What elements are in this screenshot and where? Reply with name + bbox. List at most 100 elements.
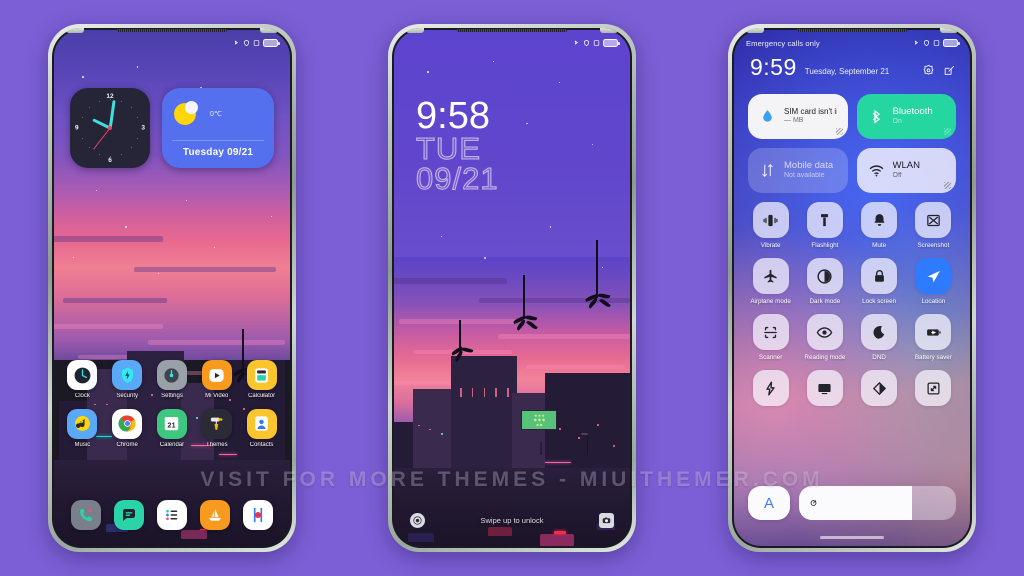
- app-label: Settings: [161, 393, 183, 399]
- alarm-icon: [593, 39, 600, 47]
- lock-screen-bottom-bar: Swipe up to unlock: [394, 508, 630, 532]
- app-contacts[interactable]: Contacts: [243, 408, 281, 449]
- app-calculator[interactable]: Calculator: [243, 360, 281, 400]
- tile-title: WLAN: [892, 160, 920, 172]
- brightness-slider[interactable]: [799, 486, 956, 520]
- status-bar-icons: [233, 39, 280, 47]
- tile-resize-handle[interactable]: [944, 128, 951, 135]
- message-bubble-icon[interactable]: [113, 500, 144, 530]
- app-calendar[interactable]: 21 Calendar: [153, 408, 191, 449]
- brightness-sun-icon: [808, 498, 819, 509]
- browser-boat-icon[interactable]: [200, 500, 231, 530]
- tile-cast-screen[interactable]: [802, 370, 847, 406]
- edit-pencil-icon[interactable]: [943, 64, 956, 77]
- app-label: Mi Video: [205, 393, 229, 399]
- tile-label: Screenshot: [917, 242, 950, 249]
- flashlight-icon[interactable]: [410, 512, 425, 528]
- mobile-data-arrows-icon: [759, 162, 776, 179]
- analog-clock-widget[interactable]: 12 3 6 9: [70, 88, 150, 168]
- tile-mobile-data[interactable]: Mobile data Not available: [748, 148, 848, 193]
- tile-sim-data[interactable]: SIM card isn't installed — MB: [748, 94, 848, 139]
- settings-gear-icon: [156, 360, 187, 390]
- clock-number-6: 6: [108, 157, 112, 164]
- tile-bluetooth[interactable]: Bluetooth On: [856, 94, 956, 139]
- app-clock[interactable]: Clock: [63, 360, 101, 400]
- tile-label: Lock screen: [862, 298, 897, 305]
- home-indicator[interactable]: [820, 536, 884, 539]
- clock-date: Tuesday, September 21: [804, 67, 890, 76]
- lock-day-of-week: TUE: [416, 131, 481, 167]
- app-settings[interactable]: Settings: [153, 360, 191, 400]
- frame-antenna-tab-right: [600, 28, 618, 33]
- camera-lens-icon[interactable]: [243, 500, 274, 530]
- auto-brightness-button[interactable]: A: [748, 486, 790, 520]
- widget-row: 12 3 6 9 0℃ Tuesday 09/21: [70, 88, 274, 168]
- tile-title: SIM card isn't installed: [784, 107, 837, 117]
- tile-resize-handle[interactable]: [944, 182, 951, 189]
- app-row-2: Music Chrome 21 Calendar Themes Contacts: [54, 408, 290, 449]
- app-themes[interactable]: Themes: [198, 408, 236, 449]
- chrome-icon: [112, 408, 143, 439]
- tile-airplane-mode[interactable]: Airplane mode: [748, 258, 793, 305]
- tile-subtitle: Not available: [784, 172, 825, 180]
- bluetooth-icon: [868, 108, 885, 125]
- vibrate-icon: [752, 202, 789, 238]
- clock-time: 9:59: [750, 54, 797, 80]
- flashlight-icon: [806, 202, 843, 238]
- notes-list-icon[interactable]: [156, 500, 187, 530]
- expand-arrows-icon: [915, 370, 952, 406]
- tile-title: Mobile data: [784, 160, 834, 172]
- earpiece-speaker: [796, 29, 908, 32]
- tile-contrast[interactable]: [857, 370, 902, 406]
- phone-handset-icon[interactable]: [70, 500, 101, 530]
- tile-lock-screen[interactable]: Lock screen: [857, 258, 902, 305]
- tile-label: DND: [872, 354, 886, 361]
- camera-icon[interactable]: [599, 512, 614, 528]
- tile-flashlight[interactable]: Flashlight: [802, 202, 847, 249]
- settings-gear-icon[interactable]: [922, 64, 935, 77]
- tile-location[interactable]: Location: [911, 258, 956, 305]
- tile-dnd[interactable]: DND: [857, 314, 902, 361]
- music-note-icon: [67, 408, 98, 439]
- tile-label: Battery saver: [914, 354, 952, 361]
- screenshot-icon: [915, 202, 952, 238]
- app-grid: Clock Security Settings Mi Video Calcula…: [54, 360, 290, 457]
- video-play-icon: [201, 360, 232, 390]
- tile-scanner[interactable]: Scanner: [748, 314, 793, 361]
- weather-widget[interactable]: 0℃ Tuesday 09/21: [162, 88, 274, 168]
- tile-label: Vibrate: [760, 242, 781, 249]
- app-music[interactable]: Music: [63, 408, 101, 449]
- tile-mute[interactable]: Mute: [857, 202, 902, 249]
- clock-face: 12 3 6 9: [70, 88, 150, 168]
- svg-text:21: 21: [168, 420, 176, 429]
- tile-expand[interactable]: [911, 370, 956, 406]
- clock-icon: [67, 360, 98, 390]
- sun-icon: [174, 101, 198, 125]
- tile-dark-mode[interactable]: Dark mode: [802, 258, 847, 305]
- shield-bolt-icon: [112, 360, 143, 390]
- lock-time: 9:58: [416, 95, 490, 137]
- tile-battery-saver[interactable]: Battery saver: [911, 314, 956, 361]
- tile-reading-mode[interactable]: Reading mode: [802, 314, 847, 361]
- app-chrome[interactable]: Chrome: [108, 408, 146, 449]
- frame-antenna-tab-right: [940, 28, 958, 33]
- app-row-1: Clock Security Settings Mi Video Calcula…: [54, 360, 290, 400]
- big-tile-row-2: Mobile data Not available WLAN Off: [748, 148, 956, 193]
- app-security[interactable]: Security: [108, 360, 146, 400]
- app-mi-video[interactable]: Mi Video: [198, 360, 236, 400]
- tile-turbo-charge[interactable]: [748, 370, 793, 406]
- quick-settings-tiles: SIM card isn't installed — MB Bluetooth …: [748, 94, 956, 406]
- app-label: Calculator: [248, 393, 276, 399]
- tile-title: Bluetooth: [892, 106, 933, 118]
- tile-wlan[interactable]: WLAN Off: [856, 148, 956, 193]
- tile-screenshot[interactable]: Screenshot: [911, 202, 956, 249]
- weather-date: Tuesday 09/21: [182, 147, 254, 158]
- phone1-bezel: 12 3 6 9 0℃ Tuesday 09/21 Clock Security…: [52, 28, 292, 548]
- phone1-screen: 12 3 6 9 0℃ Tuesday 09/21 Clock Security…: [54, 30, 290, 546]
- tile-text: Mobile data Not available: [784, 160, 833, 181]
- tile-vibrate[interactable]: Vibrate: [748, 202, 793, 249]
- tile-grid: Vibrate Flashlight Mute Screenshot Airpl…: [748, 202, 956, 406]
- battery-saver-icon: [915, 314, 952, 350]
- auto-brightness-label: A: [763, 494, 774, 512]
- tile-resize-handle[interactable]: [835, 128, 843, 135]
